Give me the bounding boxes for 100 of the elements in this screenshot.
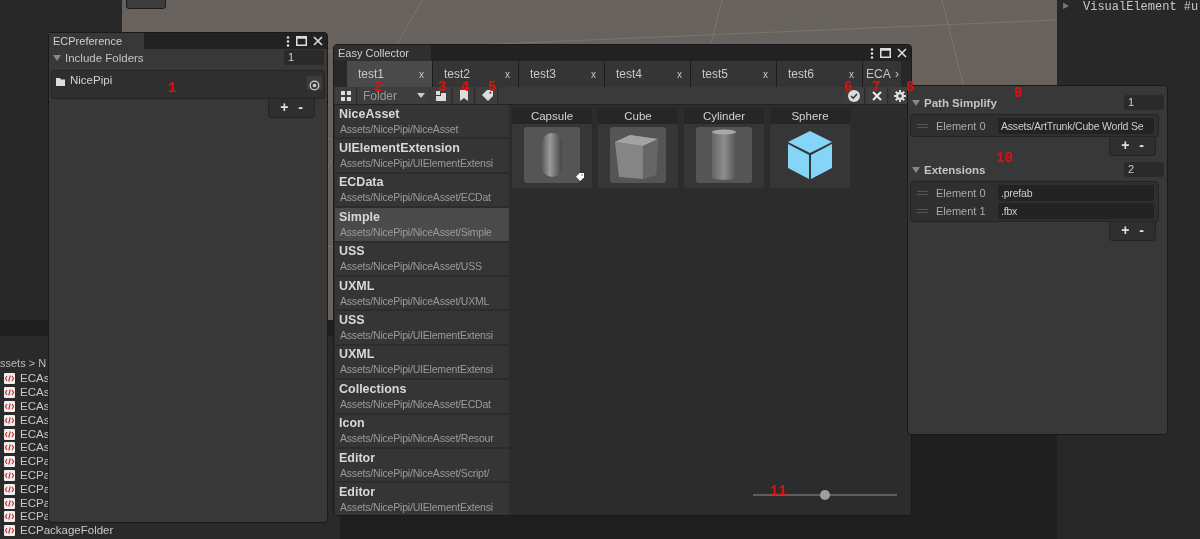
text-field[interactable]: .prefab: [998, 184, 1154, 201]
drag-handle-icon[interactable]: [917, 208, 928, 213]
tab[interactable]: test5 x: [691, 61, 777, 87]
slider-handle[interactable]: [820, 490, 830, 500]
script-file-icon: [4, 525, 15, 537]
tab-label: test5: [702, 67, 728, 81]
drag-handle-icon[interactable]: [917, 190, 928, 195]
tab-label: test1: [358, 67, 384, 81]
folder-list-item[interactable]: NiceAsset Assets/NicePipi/NiceAsset: [335, 105, 509, 138]
folder-name: Simple: [339, 209, 381, 225]
folder-list-item[interactable]: UXML Assets/NicePipi/NiceAsset/UXML: [335, 276, 509, 310]
folder-list-item[interactable]: UXML Assets/NicePipi/UIElementExtensi: [335, 345, 509, 379]
script-file-icon: [4, 497, 15, 509]
asset-card[interactable]: Cube: [598, 108, 678, 188]
tab-close-button[interactable]: x: [591, 68, 596, 80]
annotation-number: 11: [770, 483, 787, 499]
folder-name: NiceAsset: [339, 106, 401, 122]
close-icon[interactable]: [313, 36, 323, 46]
script-file-icon: [4, 428, 15, 440]
folder-path: Assets/NicePipi/UIElementExtensi: [339, 156, 494, 171]
add-button[interactable]: +: [1118, 223, 1133, 238]
tab-close-button[interactable]: x: [419, 68, 424, 80]
cylinder-thumbnail-icon: [696, 127, 752, 183]
asset-name: Cube: [598, 108, 678, 124]
script-file-icon: [4, 483, 15, 495]
asset-card[interactable]: Capsule: [512, 108, 592, 188]
remove-button[interactable]: -: [295, 100, 306, 115]
folder-list-item[interactable]: Simple Assets/NicePipi/NiceAsset/Simple: [335, 208, 509, 241]
cube-thumbnail-icon: [610, 127, 666, 183]
folder-list-item[interactable]: USS Assets/NicePipi/UIElementExtensi: [335, 311, 509, 344]
tab-label: test6: [788, 67, 814, 81]
folder-list-item[interactable]: Editor Assets/NicePipi/UIElementExtensi: [335, 483, 509, 515]
annotation-number: 10: [996, 150, 1013, 166]
folder-name: UIElementExtension: [339, 141, 461, 157]
script-file-icon: [4, 387, 15, 399]
count-field[interactable]: 2: [1124, 162, 1164, 177]
folder-name: Collections: [339, 381, 408, 397]
object-picker-button[interactable]: [307, 76, 322, 90]
tab-label: test3: [530, 67, 556, 81]
file-name[interactable]: ECAs: [20, 441, 50, 455]
tab[interactable]: test3 x: [519, 61, 605, 87]
script-file-icon: [4, 442, 15, 454]
element-label: Element 1: [935, 204, 987, 217]
text-field[interactable]: .fbx: [998, 202, 1154, 219]
annotation-number: 9: [1014, 85, 1023, 101]
more-icon[interactable]: [870, 47, 874, 59]
foldout-arrow-icon[interactable]: [912, 166, 920, 173]
tab-close-button[interactable]: x: [677, 68, 682, 80]
file-name[interactable]: ECAs: [20, 427, 50, 441]
remove-button[interactable]: -: [1136, 138, 1147, 153]
add-button[interactable]: +: [1118, 138, 1133, 153]
file-name[interactable]: ECAs: [20, 400, 50, 413]
folder-list-item[interactable]: Icon Assets/NicePipi/NiceAsset/Resour: [335, 414, 509, 447]
more-icon[interactable]: [286, 35, 290, 47]
asset-card[interactable]: Cylinder: [684, 108, 764, 188]
foldout-arrow-icon[interactable]: [53, 54, 61, 61]
layout-button[interactable]: [336, 87, 357, 104]
folder-path: Assets/NicePipi/NiceAsset: [339, 121, 460, 136]
folder-list-item[interactable]: Editor Assets/NicePipi/NiceAsset/Script/: [335, 448, 509, 482]
tab-close-button[interactable]: x: [505, 68, 510, 80]
file-name[interactable]: ECAs: [20, 386, 50, 400]
file-name[interactable]: ECAs: [20, 413, 50, 427]
tab-close-button[interactable]: x: [849, 68, 854, 80]
maximize-icon[interactable]: [880, 48, 891, 58]
maximize-icon[interactable]: [296, 36, 307, 46]
folder-name: Editor: [339, 485, 377, 500]
remove-button[interactable]: -: [1136, 223, 1147, 238]
window-title[interactable]: ECPreference: [49, 33, 145, 49]
folder-name: USS: [339, 244, 366, 260]
annotation-number: 1: [168, 80, 177, 96]
drag-handle-icon[interactable]: [917, 123, 928, 128]
asset-name: Cylinder: [684, 108, 764, 124]
tab-close-button[interactable]: x: [763, 68, 768, 80]
window-title[interactable]: Easy Collector: [334, 45, 431, 61]
add-button[interactable]: +: [277, 100, 292, 115]
file-name[interactable]: ECPackageFolder: [20, 524, 114, 538]
folder-path: Assets/NicePipi/NiceAsset/UXML: [339, 293, 491, 308]
folder-path: Assets/NicePipi/NiceAsset/Script/: [339, 465, 491, 480]
asset-name: Capsule: [512, 108, 592, 124]
script-file-icon: [4, 414, 15, 426]
asset-card[interactable]: Sphere: [770, 108, 850, 188]
folder-name: Editor: [339, 450, 377, 466]
foldout-arrow-icon[interactable]: [912, 99, 920, 106]
close-icon[interactable]: [897, 48, 907, 58]
count-field[interactable]: 1: [1124, 95, 1164, 110]
annotation-number: 8: [906, 79, 915, 95]
count-field[interactable]: 1: [284, 50, 324, 65]
script-file-icon: [4, 373, 15, 385]
grid-icon: [341, 90, 351, 101]
file-name[interactable]: ECAs: [20, 372, 50, 386]
breadcrumb: ssets > N: [0, 356, 48, 370]
section-label: Path Simplify: [924, 96, 998, 109]
tag-icon: [481, 90, 493, 101]
text-field[interactable]: Assets/ArtTrunk/Cube World Se: [998, 117, 1154, 134]
close-icon: [872, 90, 882, 101]
folder-list-item[interactable]: USS Assets/NicePipi/NiceAsset/USS: [335, 242, 509, 275]
folder-list-item[interactable]: Collections Assets/NicePipi/NiceAsset/ECDat: [335, 380, 509, 413]
folder-list-item[interactable]: UIElementExtension Assets/NicePipi/UIElementExtensi: [335, 139, 509, 172]
tab[interactable]: test4 x: [605, 61, 691, 87]
folder-list-item[interactable]: ECData Assets/NicePipi/NiceAsset/ECDat: [335, 173, 509, 207]
